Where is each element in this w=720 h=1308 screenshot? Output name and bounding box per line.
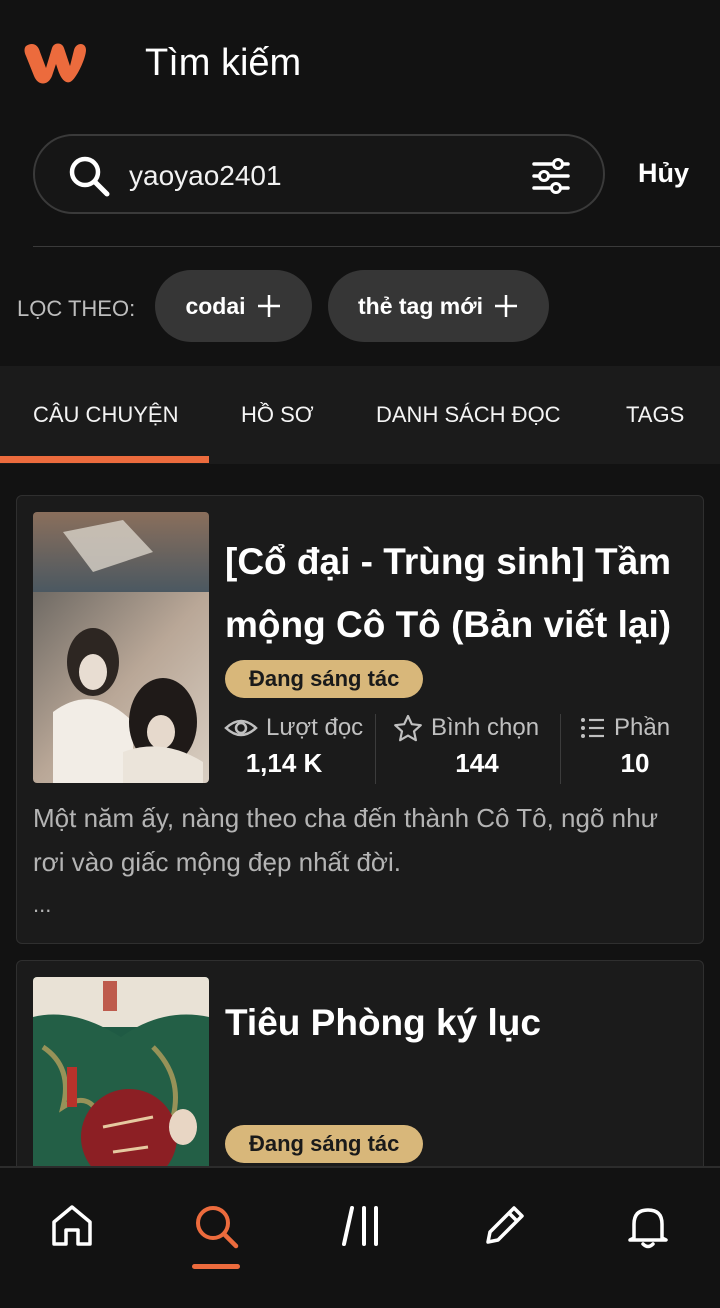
- star-icon: [394, 714, 422, 742]
- tab-profiles[interactable]: HỒ SƠ: [241, 402, 314, 428]
- parts-value: 10: [620, 748, 650, 778]
- votes-value: 144: [455, 748, 499, 778]
- plus-icon: [257, 295, 280, 317]
- wattpad-logo-icon[interactable]: [22, 36, 90, 88]
- search-icon[interactable]: [192, 1202, 240, 1250]
- stat-divider: [560, 714, 561, 784]
- story-title[interactable]: [Cổ đại - Trùng sinh] Tầm mộng Cô Tô (Bả…: [225, 530, 695, 656]
- divider: [33, 246, 720, 247]
- eye-icon: [224, 719, 258, 737]
- parts-stat: Phần 10: [580, 714, 690, 784]
- search-input[interactable]: [129, 154, 509, 198]
- write-icon[interactable]: [480, 1202, 528, 1250]
- search-icon: [69, 156, 110, 197]
- chip-label: codai: [185, 292, 246, 319]
- search-bar[interactable]: [33, 134, 605, 214]
- story-title[interactable]: Tiêu Phòng ký lục: [225, 991, 695, 1054]
- votes-stat: Bình chọn 144: [393, 714, 561, 784]
- story-description: Một năm ấy, nàng theo cha đến thành Cô T…: [33, 803, 658, 877]
- result-tabs: CÂU CHUYỆN HỒ SƠ DANH SÁCH ĐỌC TAGS: [0, 366, 720, 464]
- filter-row: LỌC THEO: codai thẻ tag mới: [0, 270, 720, 344]
- story-cover-image[interactable]: [33, 512, 209, 783]
- header: Tìm kiếm: [0, 0, 720, 130]
- filter-chip-new-tag[interactable]: thẻ tag mới: [328, 270, 549, 342]
- reads-stat: Lượt đọc 1,14 K: [224, 714, 364, 784]
- active-tab-indicator: [0, 456, 209, 463]
- filter-sliders-icon[interactable]: [531, 156, 571, 196]
- story-card[interactable]: [Cổ đại - Trùng sinh] Tầm mộng Cô Tô (Bả…: [16, 495, 704, 944]
- parts-label: Phần: [614, 714, 671, 741]
- plus-icon: [494, 295, 517, 317]
- list-icon: [581, 718, 604, 738]
- status-badge: Đang sáng tác: [225, 1125, 424, 1163]
- bottom-nav: [0, 1166, 720, 1308]
- bell-icon[interactable]: [624, 1202, 672, 1250]
- cancel-button[interactable]: Hủy: [638, 158, 689, 189]
- stat-divider: [375, 714, 376, 784]
- filter-label: LỌC THEO:: [17, 296, 136, 321]
- home-icon[interactable]: [48, 1202, 96, 1250]
- chip-label: thẻ tag mới: [358, 292, 483, 319]
- filter-chip-codai[interactable]: codai: [155, 270, 312, 342]
- page-title: Tìm kiếm: [145, 42, 302, 84]
- status-badge: Đang sáng tác: [225, 660, 424, 698]
- reads-value: 1,14 K: [245, 748, 323, 778]
- reads-label: Lượt đọc: [266, 714, 364, 741]
- description-ellipsis[interactable]: ...: [33, 892, 51, 918]
- active-nav-indicator: [192, 1264, 240, 1269]
- votes-label: Bình chọn: [431, 714, 540, 741]
- tab-tags[interactable]: TAGS: [626, 402, 684, 428]
- tab-stories[interactable]: CÂU CHUYỆN: [33, 402, 178, 428]
- library-icon[interactable]: [338, 1202, 386, 1250]
- tab-reading-lists[interactable]: DANH SÁCH ĐỌC: [376, 402, 561, 428]
